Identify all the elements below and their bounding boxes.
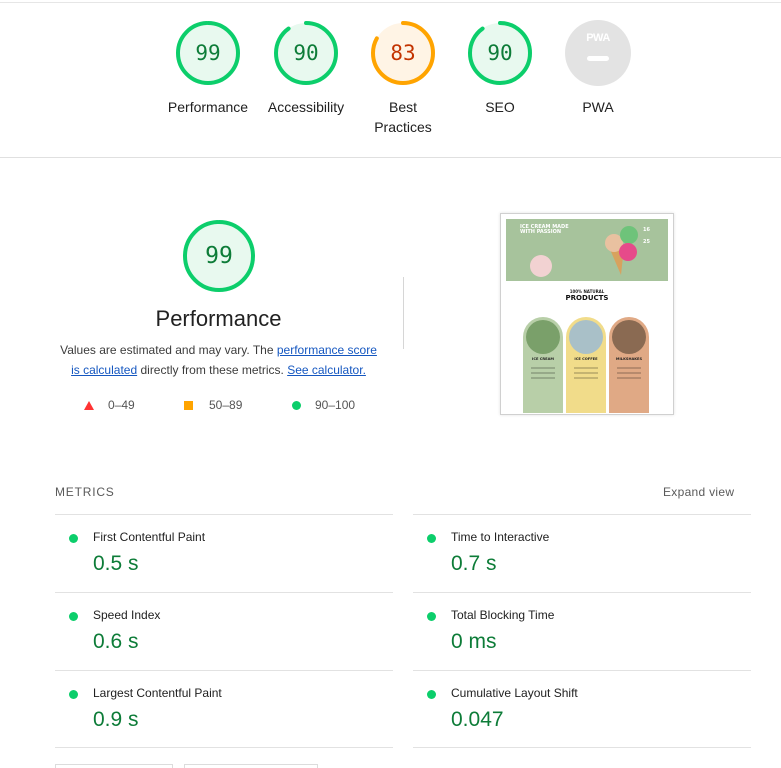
gauge-label-line1: Best	[388, 99, 417, 115]
filter-tab[interactable]	[55, 764, 173, 768]
pass-dot-icon	[69, 690, 78, 699]
square-icon	[184, 401, 193, 410]
gauge-score: 83	[390, 41, 416, 65]
thumb-card-line	[617, 372, 641, 374]
thumb-products-title: PRODUCTS	[565, 294, 609, 302]
thumb-card-title: MILKSHAKES	[615, 357, 643, 361]
expand-view-toggle[interactable]: Expand view	[663, 485, 734, 499]
gauge-label: PWA	[582, 99, 614, 115]
thumb-card-photo	[612, 320, 646, 354]
metric-name: Total Blocking Time	[451, 608, 555, 622]
metric-value: 0.6 s	[93, 630, 139, 653]
thumb-card-line	[531, 377, 555, 379]
thumb-card-line	[574, 367, 598, 369]
metric-time-to-interactive: Time to Interactive 0.7 s	[413, 514, 751, 592]
metric-cumulative-layout-shift: Cumulative Layout Shift 0.047	[413, 670, 751, 748]
vertical-divider	[403, 277, 404, 349]
performance-description: Values are estimated and may vary. The p…	[58, 341, 379, 380]
thumb-card-title: ICE CREAM	[532, 357, 554, 361]
metrics-bottom-divider	[55, 747, 393, 748]
gauge-label: Accessibility	[267, 99, 345, 115]
thumb-card-ice-cream: ICE CREAM	[523, 317, 563, 413]
thumb-card-line	[574, 377, 598, 379]
gauge-performance[interactable]: 99 Performance	[158, 20, 258, 117]
thumb-hero: ICE CREAM MADE WITH PASSION 16 25	[506, 219, 668, 281]
pwa-badge-bar	[587, 56, 609, 61]
pwa-badge-text: PWA	[586, 32, 610, 44]
gauge-pwa[interactable]: PWA PWA	[548, 20, 648, 117]
thumb-card-line	[617, 377, 641, 379]
thumb-card-line	[617, 367, 641, 369]
thumb-card-line	[574, 372, 598, 374]
pass-dot-icon	[427, 534, 436, 543]
thumb-card-line	[531, 367, 555, 369]
gauge-ring: 90	[273, 20, 339, 86]
metric-value: 0.7 s	[451, 552, 497, 575]
thumb-card-photo	[526, 320, 560, 354]
gauge-label: Performance	[167, 99, 249, 115]
metrics-bottom-divider	[413, 747, 751, 748]
thumb-card-line	[531, 372, 555, 374]
score-gauges-bar: 99 Performance 90 Accessibility 83 Best …	[0, 0, 781, 158]
gauge-ring: 83	[370, 20, 436, 86]
circle-icon	[292, 401, 301, 410]
pwa-badge-icon: PWA	[565, 20, 631, 86]
thumb-hero-circle	[530, 255, 552, 277]
performance-score: 99	[205, 243, 233, 269]
metric-name: Time to Interactive	[451, 530, 550, 544]
thumb-card-title: ICE COFFEE	[574, 357, 598, 361]
legend-fail: 0–49	[84, 398, 135, 412]
pass-dot-icon	[69, 612, 78, 621]
metric-name: Speed Index	[93, 608, 161, 622]
legend-pass: 90–100	[292, 398, 355, 412]
legend-fail-label: 0–49	[108, 398, 135, 412]
metric-total-blocking-time: Total Blocking Time 0 ms	[413, 592, 751, 670]
performance-title: Performance	[155, 306, 282, 331]
legend-pass-label: 90–100	[315, 398, 356, 412]
gauge-label: Best Practices	[353, 97, 453, 137]
gauge-ring: 99	[175, 20, 241, 86]
metric-name: First Contentful Paint	[93, 530, 206, 544]
thumb-card-photo	[569, 320, 603, 354]
metric-name: Largest Contentful Paint	[93, 686, 222, 700]
thumb-number-b: 25	[643, 239, 650, 245]
gauge-label-line2: Practices	[374, 119, 432, 135]
metric-speed-index: Speed Index 0.6 s	[55, 592, 393, 670]
metric-name: Cumulative Layout Shift	[451, 686, 578, 700]
pass-dot-icon	[427, 612, 436, 621]
metrics-heading: METRICS	[55, 485, 115, 499]
legend-average: 50–89	[184, 398, 242, 412]
pass-dot-icon	[69, 534, 78, 543]
see-calculator-link[interactable]: See calculator.	[287, 363, 366, 377]
desc-prefix: Values are estimated and may vary. The	[60, 343, 277, 357]
triangle-icon	[84, 401, 94, 410]
legend-average-label: 50–89	[209, 398, 243, 412]
metric-value: 0.047	[451, 708, 504, 731]
metric-largest-contentful-paint: Largest Contentful Paint 0.9 s	[55, 670, 393, 748]
thumb-card-milkshakes: MILKSHAKES	[609, 317, 649, 413]
gauge-score: 90	[293, 41, 319, 65]
metric-first-contentful-paint: First Contentful Paint 0.5 s	[55, 514, 393, 592]
desc-middle: directly from these metrics.	[137, 362, 288, 377]
performance-score-gauge: 99	[182, 219, 256, 293]
gauge-best-practices[interactable]: 83 Best Practices	[353, 20, 453, 137]
gauge-score: 99	[195, 41, 221, 65]
gauge-score: 90	[487, 41, 513, 65]
gauge-accessibility[interactable]: 90 Accessibility	[256, 20, 356, 117]
gauge-ring: PWA	[565, 20, 631, 86]
metric-value: 0.5 s	[93, 552, 139, 575]
filter-tab[interactable]	[184, 764, 318, 768]
gauge-seo[interactable]: 90 SEO	[450, 20, 550, 117]
gauge-label: SEO	[485, 99, 515, 115]
thumb-card-ice-coffee: ICE COFFEE	[566, 317, 606, 413]
final-screenshot-thumbnail[interactable]: ICE CREAM MADE WITH PASSION 16 25 100% N…	[500, 213, 674, 415]
thumb-number-a: 16	[643, 227, 650, 233]
thumb-hero-text: ICE CREAM MADE WITH PASSION	[520, 224, 569, 235]
pass-dot-icon	[427, 690, 436, 699]
ice-cream-cone-icon	[605, 226, 638, 275]
metric-value: 0.9 s	[93, 708, 139, 731]
gauge-ring: 90	[467, 20, 533, 86]
metric-value: 0 ms	[451, 630, 497, 653]
